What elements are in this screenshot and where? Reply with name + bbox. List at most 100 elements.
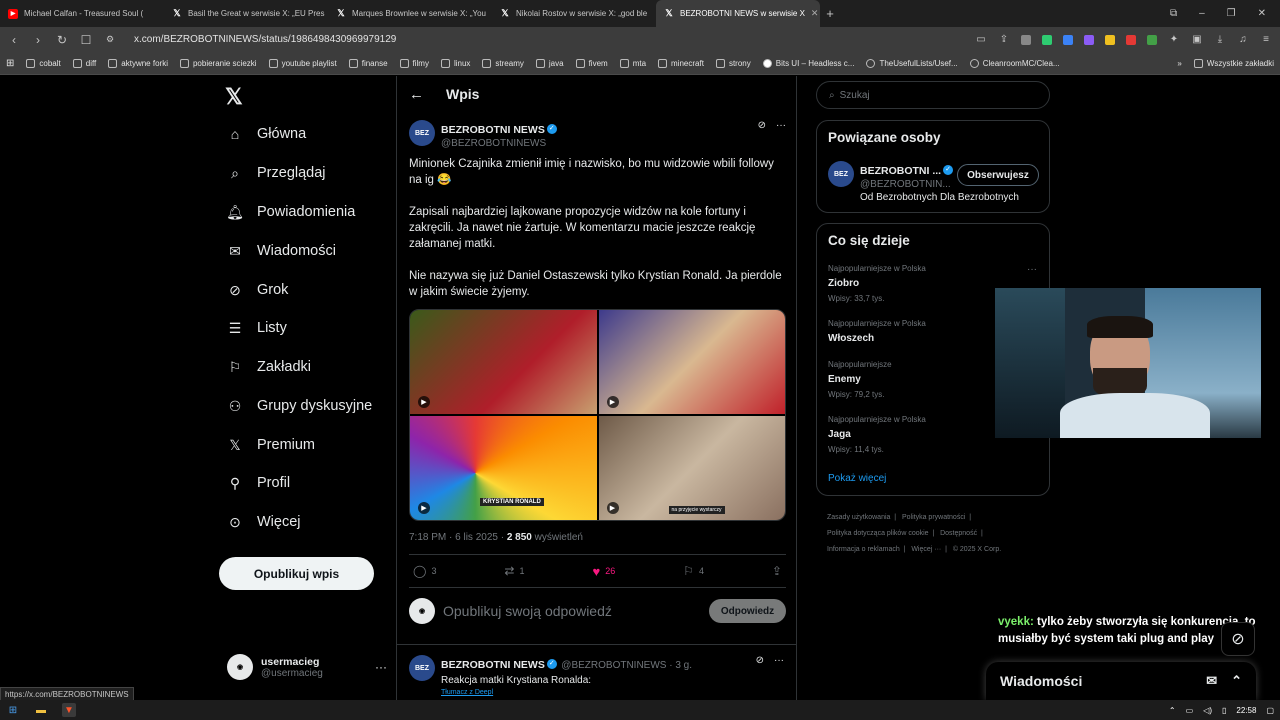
show-more-link[interactable]: Pokaż więcej [828,473,886,484]
tab-3[interactable]: 𝕏 Nikolai Rostov w serwisie X: „god ble [492,0,656,27]
trend-item[interactable]: Najpopularniejsze Enemy Wpisy: 79,2 tys. [828,360,892,399]
restore-icon[interactable]: ❐ [1227,8,1236,19]
nav-premium[interactable]: 𝕏 Premium [227,437,315,454]
bookmark-item[interactable]: cobalt [26,58,61,68]
battery-icon[interactable]: ▯ [1222,706,1226,715]
bookmark-item[interactable]: aktywne forki [108,58,168,68]
volume-icon[interactable]: ◁) [1203,706,1212,715]
clock[interactable]: 22:58 [1236,706,1256,715]
menu-icon[interactable]: ≡ [1260,34,1272,45]
author-handle[interactable]: @BEZROBOTNINEWS [441,138,557,149]
extension-green-icon[interactable] [1147,34,1157,45]
bookmark-folder[interactable]: finanse [348,58,388,68]
bookmark-item[interactable]: pobieranie sciezki [179,58,257,68]
share-button[interactable]: ⇪ [772,564,782,578]
video-thumbnail[interactable]: ▶ [410,310,597,414]
tab-0[interactable]: ▶ Michael Calfan - Treasured Soul ( [0,0,164,27]
expand-icon[interactable]: ⌃ [1231,673,1242,689]
bookmark-item[interactable]: diff [72,58,96,68]
x-logo-icon[interactable]: 𝕏 [225,84,243,110]
grok-explain-icon[interactable]: ⊘ [758,120,766,149]
more-dots-icon[interactable]: ··· [375,660,387,674]
following-button[interactable]: Obserwujesz [957,164,1039,186]
bookmark-folder[interactable]: streamy [482,58,524,68]
nav-explore[interactable]: ⌕ Przeglądaj [227,165,325,182]
address-bar[interactable]: x.com/BEZROBOTNINEWS/status/198649843096… [134,34,396,45]
nav-home[interactable]: ⌂ Główna [227,126,306,142]
extension-audio-icon[interactable] [1063,34,1073,45]
back-arrow-icon[interactable]: ← [409,86,424,103]
grok-explain-icon[interactable]: ⊘ [756,655,764,696]
messages-drawer[interactable]: Wiadomości ✉ ⌃ [986,662,1256,700]
extension-yellow-icon[interactable] [1105,34,1115,45]
trend-item[interactable]: Najpopularniejsze w Polska Włoszech [828,319,926,344]
bookmark-folder[interactable]: strony [715,58,751,68]
bookmark-button[interactable]: ⚐ 4 [683,564,704,578]
nav-lists[interactable]: ☰ Listy [227,320,287,337]
compose-message-icon[interactable]: ✉ [1206,673,1217,689]
bookmark-folder[interactable]: filmy [399,58,429,68]
footer-link[interactable]: Polityka prywatności [902,514,965,521]
tab-4-active[interactable]: 𝕏 BEZROBOTNI NEWS w serwisie X ✕ [656,0,820,27]
brave-shield-icon[interactable] [1021,34,1031,45]
reload-icon[interactable]: ↻ [56,33,68,47]
avatar[interactable]: BEZ [828,161,854,187]
more-dots-icon[interactable]: ··· [776,120,786,149]
search-input[interactable]: ⌕ Szukaj [816,81,1050,109]
bookmark-folder[interactable]: minecraft [658,58,704,68]
author-name[interactable]: BEZROBOTNI NEWS [441,659,545,671]
nav-messages[interactable]: ✉ Wiadomości [227,243,336,260]
video-thumbnail[interactable]: KRYSTIAN RONALD ▶ [410,416,597,520]
apps-grid-icon[interactable]: ⊞ [6,58,14,69]
tab-2[interactable]: 𝕏 Marques Brownlee w serwisie X: „You [328,0,492,27]
related-name[interactable]: BEZROBOTNI ... [860,165,941,177]
notifications-icon[interactable]: ▢ [1266,706,1274,715]
more-dots-icon[interactable]: ··· [774,655,784,696]
bookmark-item[interactable]: TheUsefulLists/Usef... [866,58,958,68]
post-button[interactable]: Opublikuj wpis [219,557,374,590]
footer-link[interactable]: Polityka dotycząca plików cookie [827,530,929,537]
video-thumbnail[interactable]: ▶ [598,310,785,414]
brave-browser-icon[interactable]: ▼ [62,703,76,717]
video-thumbnail[interactable]: na przyjęcie wystarczy ▶ [598,416,785,520]
bookmark-page-icon[interactable]: ☐ [80,33,92,47]
cast-icon[interactable]: ▭ [975,34,987,45]
more-bookmarks-icon[interactable]: » [1177,59,1181,68]
avatar[interactable]: BEZ [409,655,435,681]
reply-button[interactable]: ◯ 3 [413,564,436,578]
nav-bookmarks[interactable]: ⚐ Zakładki [227,359,311,376]
trend-item[interactable]: Najpopularniejsze w Polska Jaga Wpisy: 1… [828,415,926,454]
bookmark-folder[interactable]: mta [619,58,646,68]
bookmark-item[interactable]: CleanroomMC/Clea... [969,58,1060,68]
file-explorer-icon[interactable]: ▬ [34,703,48,717]
trend-item[interactable]: Najpopularniejsze w Polska Ziobro Wpisy:… [828,264,926,303]
reply-submit-button[interactable]: Odpowiedz [709,599,786,623]
author-name[interactable]: BEZROBOTNI NEWS [441,124,545,136]
minimize-icon[interactable]: – [1199,8,1205,19]
all-bookmarks[interactable]: Wszystkie zakładki [1193,58,1274,68]
nav-grok[interactable]: ⊘ Grok [227,282,288,299]
retweet-button[interactable]: ⇄ 1 [504,564,524,578]
close-window-icon[interactable]: ✕ [1258,8,1266,19]
sidebar-icon[interactable]: ▣ [1191,34,1203,45]
nav-notifications[interactable]: 🔔︎ Powiadomienia [226,204,355,221]
windows-start-icon[interactable]: ⊞ [6,703,20,717]
grok-floating-icon[interactable]: ⊘ [1221,622,1255,656]
author-handle[interactable]: @BEZROBOTNINEWS · 3 g. [561,660,692,671]
network-icon[interactable]: ▭ [1186,706,1194,715]
puzzle-icon[interactable]: ✦ [1168,34,1180,45]
avatar[interactable]: BEZ [409,120,435,146]
footer-link[interactable]: Dostępność [940,530,977,537]
bookmark-folder[interactable]: java [535,58,564,68]
site-settings-icon[interactable]: ⚙ [104,34,116,45]
nav-profile[interactable]: ⚲ Profil [227,475,290,492]
back-icon[interactable]: ‹ [8,33,20,47]
close-tab-icon[interactable]: ✕ [811,8,819,19]
tweet-time[interactable]: 7:18 PM · 6 lis 2025 · [409,532,507,543]
media-icon[interactable]: ♫ [1237,34,1249,45]
translate-link[interactable]: Tłumacz z Deepl [441,689,750,696]
nav-communities[interactable]: ⚇ Grupy dyskusyjne [227,398,373,415]
download-icon[interactable]: ⤓ [1214,34,1226,45]
extension-music-icon[interactable] [1042,34,1052,45]
account-switcher[interactable]: ◉ usermacieg @usermacieg ··· [227,654,387,680]
